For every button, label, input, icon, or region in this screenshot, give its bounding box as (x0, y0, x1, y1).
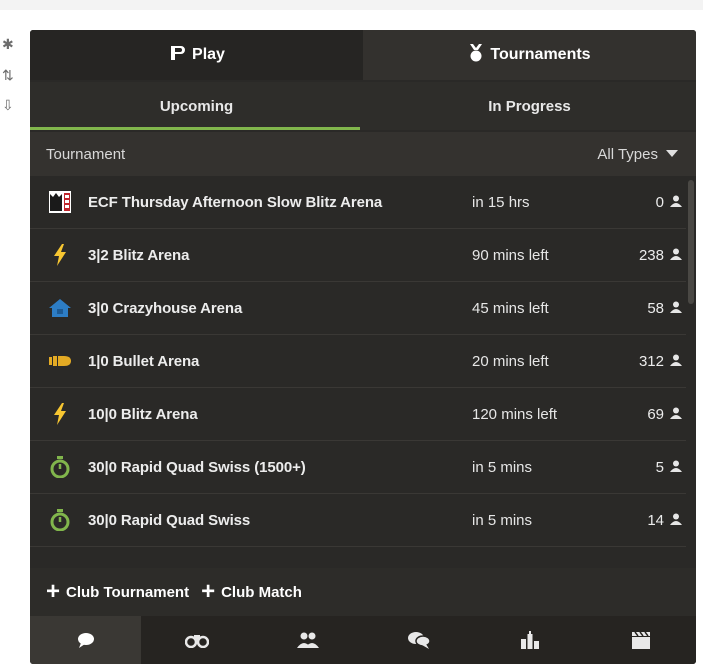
player-count-value: 58 (647, 299, 664, 317)
leaderboard-icon[interactable] (474, 616, 585, 664)
top-strip (0, 0, 703, 10)
club-tournament-label: Club Tournament (66, 583, 190, 601)
chat-icon[interactable] (30, 616, 141, 664)
download-icon[interactable]: ⇩ (2, 98, 20, 112)
player-count-value: 5 (655, 458, 664, 476)
tab-tournaments[interactable]: Tournaments (363, 30, 696, 80)
player-count: 58 (602, 300, 682, 317)
bullet-icon (48, 335, 72, 387)
tournament-row[interactable]: 1|0 Bullet Arena 20 mins left 312 (30, 335, 686, 388)
tournament-name: 30|0 Rapid Quad Swiss (1500+) (88, 458, 306, 476)
tournament-row[interactable]: 3|2 Blitz Arena 90 mins left 238 (30, 229, 686, 282)
list-header: Tournament All Types (30, 132, 696, 176)
main-tabs: Play Tournaments (30, 30, 696, 80)
plus-icon: + (201, 578, 216, 605)
stopwatch-icon (48, 441, 72, 493)
person-icon (670, 459, 682, 476)
tournament-name: 1|0 Bullet Arena (88, 352, 200, 370)
tournaments-panel: Play Tournaments Upcoming In Progress To… (30, 30, 696, 664)
gear-icon[interactable]: ✱ (2, 37, 20, 51)
tournament-time: 120 mins left (472, 405, 558, 423)
flip-icon[interactable]: ⇅ (2, 68, 20, 82)
scrollbar-thumb[interactable] (688, 180, 694, 304)
player-count-value: 69 (647, 405, 664, 423)
type-filter-label: All Types (597, 145, 658, 163)
clapperboard-icon[interactable] (585, 616, 696, 664)
column-header-tournament: Tournament (46, 145, 126, 163)
tournament-name: 3|2 Blitz Arena (88, 246, 190, 264)
tab-tournaments-label: Tournaments (490, 46, 591, 63)
person-icon (670, 353, 682, 370)
tournament-row[interactable]: 30|0 Rapid Quad Swiss in 5 mins 14 (30, 494, 686, 547)
tournament-row[interactable]: 3|0 Crazyhouse Arena 45 mins left 58 (30, 282, 686, 335)
users-icon[interactable] (252, 616, 363, 664)
tournament-time: 20 mins left (472, 352, 549, 370)
sub-tabs: Upcoming In Progress (30, 82, 696, 130)
club-match-button[interactable]: + Club Match (201, 578, 302, 605)
tournament-time: in 5 mins (472, 511, 533, 529)
player-count: 312 (602, 353, 682, 370)
type-filter-dropdown[interactable]: All Types (597, 146, 696, 163)
medal-icon (468, 43, 484, 67)
player-count: 0 (602, 194, 682, 211)
tournament-time: 45 mins left (472, 299, 549, 317)
bottom-nav (30, 616, 696, 664)
ecf-logo-icon (48, 176, 72, 228)
tab-play[interactable]: Play (30, 30, 363, 80)
person-icon (670, 406, 682, 423)
tournament-row[interactable]: 30|0 Rapid Quad Swiss (1500+) in 5 mins … (30, 441, 686, 494)
person-icon (670, 512, 682, 529)
tournament-time: in 5 mins (472, 458, 533, 476)
tournament-name: 30|0 Rapid Quad Swiss (88, 511, 251, 529)
player-count-value: 312 (638, 352, 664, 370)
stopwatch-icon (48, 494, 72, 546)
lightning-icon (48, 229, 72, 281)
club-tournament-button[interactable]: + Club Tournament (46, 578, 190, 605)
crazyhouse-icon (48, 282, 72, 334)
plus-icon: + (46, 578, 61, 605)
messages-icon[interactable] (363, 616, 474, 664)
tournament-name: 10|0 Blitz Arena (88, 405, 198, 423)
tournament-row[interactable]: 10|0 Blitz Arena 120 mins left 69 (30, 388, 686, 441)
pawn-icon (168, 44, 186, 67)
left-strip: ✱ ⇅ ⇩ (0, 10, 30, 664)
player-count-value: 14 (647, 511, 664, 529)
tournament-name: ECF Thursday Afternoon Slow Blitz Arena (88, 193, 383, 211)
player-count: 5 (602, 459, 682, 476)
player-count: 14 (602, 512, 682, 529)
lightning-icon (48, 388, 72, 440)
tab-play-label: Play (192, 46, 225, 63)
tournament-list: ECF Thursday Afternoon Slow Blitz Arena … (30, 176, 696, 562)
tournament-time: 90 mins left (472, 246, 549, 264)
club-actions: + Club Tournament + Club Match (30, 568, 696, 616)
tournament-row[interactable]: ECF Thursday Afternoon Slow Blitz Arena … (30, 176, 686, 229)
tournament-name: 3|0 Crazyhouse Arena (88, 299, 243, 317)
club-match-label: Club Match (221, 583, 302, 601)
tab-upcoming[interactable]: Upcoming (30, 82, 363, 130)
player-count: 69 (602, 406, 682, 423)
person-icon (670, 194, 682, 211)
person-icon (670, 247, 682, 264)
player-count: 238 (602, 247, 682, 264)
caret-down-icon (666, 149, 678, 157)
tournament-time: in 15 hrs (472, 193, 530, 211)
player-count-value: 238 (638, 246, 664, 264)
person-icon (670, 300, 682, 317)
player-count-value: 0 (655, 193, 664, 211)
tab-in-progress[interactable]: In Progress (363, 82, 696, 130)
binoculars-icon[interactable] (141, 616, 252, 664)
